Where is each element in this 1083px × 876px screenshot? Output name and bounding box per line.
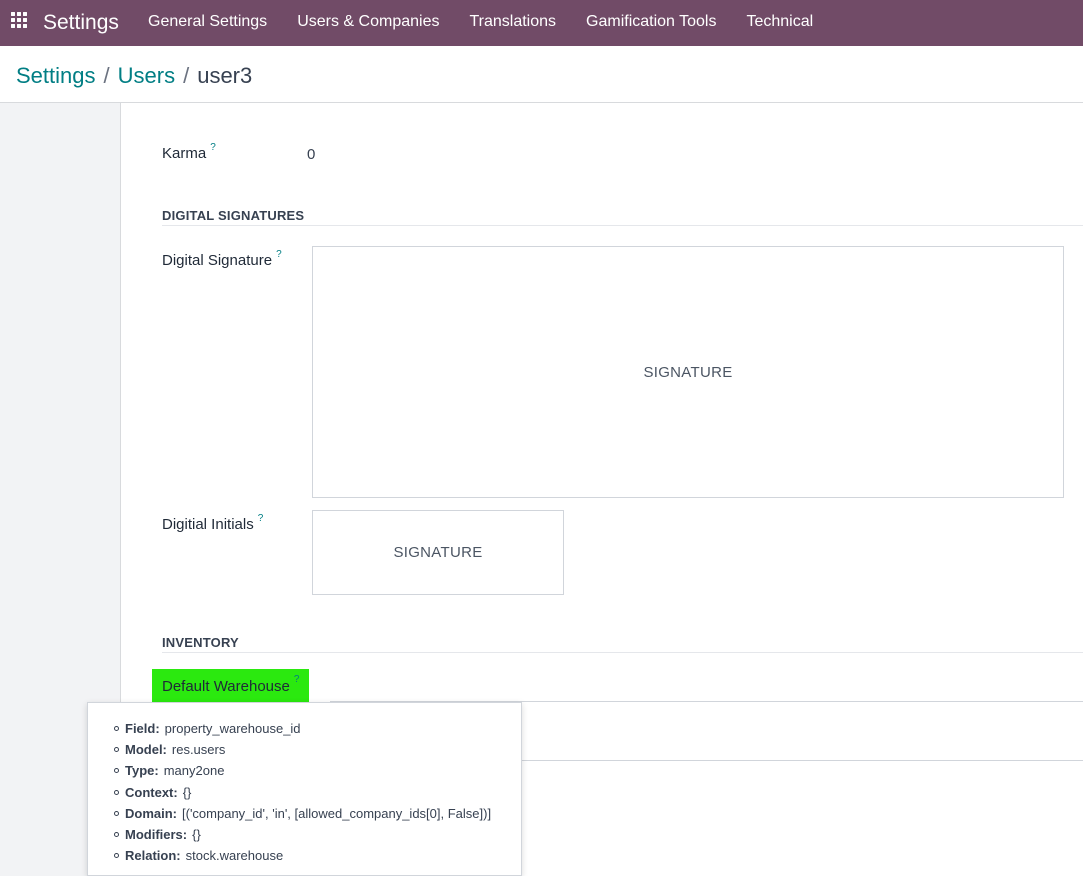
tooltip-value: property_warehouse_id (164, 721, 301, 737)
karma-label: Karma? (162, 142, 216, 162)
tooltip-row: Type: many2one (114, 760, 521, 781)
section-title-digital-signatures: DIGITAL SIGNATURES (162, 208, 305, 223)
bullet-icon (114, 726, 119, 732)
menu-technical[interactable]: Technical (746, 13, 813, 31)
app-brand[interactable]: Settings (43, 11, 119, 35)
digital-initials-label: Digitial Initials? (162, 513, 264, 533)
signature-placeholder: SIGNATURE (643, 363, 733, 381)
tooltip-row: Relation: stock.warehouse (114, 845, 521, 866)
section-divider (162, 225, 1083, 226)
karma-value: 0 (307, 146, 316, 163)
tooltip-value: {} (182, 784, 192, 800)
breadcrumb: Settings / Users / user3 (16, 63, 252, 89)
tooltip-row: Context:{} (114, 782, 521, 803)
help-tooltip-icon[interactable]: ? (294, 674, 300, 685)
default-warehouse-label: Default Warehouse? (152, 669, 309, 703)
tooltip-value: stock.warehouse (185, 848, 284, 864)
tooltip-key: Context: (125, 784, 178, 800)
bullet-icon (114, 747, 119, 753)
initials-placeholder: SIGNATURE (393, 544, 483, 561)
bullet-icon (114, 810, 119, 816)
bullet-icon (114, 832, 119, 838)
tooltip-value: [('company_id', 'in', [allowed_company_i… (182, 805, 492, 821)
default-warehouse-label-text: Default Warehouse (162, 677, 290, 695)
bullet-icon (114, 853, 119, 859)
tooltip-key: Domain: (125, 805, 177, 821)
menu-translations[interactable]: Translations (469, 13, 556, 31)
breadcrumb-separator: / (103, 63, 110, 88)
top-menu: General Settings Users & Companies Trans… (148, 13, 813, 31)
tooltip-key: Type: (125, 763, 159, 779)
breadcrumb-separator: / (183, 63, 190, 88)
section-divider (162, 652, 1083, 653)
help-tooltip-icon[interactable]: ? (276, 249, 282, 260)
tooltip-row: Domain: [('company_id', 'in', [allowed_co… (114, 803, 521, 824)
breadcrumb-current: user3 (197, 63, 253, 88)
tooltip-value: res.users (171, 742, 226, 758)
menu-users-companies[interactable]: Users & Companies (297, 13, 439, 31)
section-title-inventory: INVENTORY (162, 635, 239, 650)
field-divider (522, 760, 1083, 761)
top-navbar: Settings General Settings Users & Compan… (0, 0, 1083, 46)
field-debug-tooltip: Field: property_warehouse_id Model: res.us… (87, 702, 522, 876)
bullet-icon (114, 768, 119, 774)
tooltip-key: Model: (125, 742, 167, 758)
tooltip-value: many2one (163, 763, 225, 779)
tooltip-key: Relation: (125, 848, 181, 864)
control-panel: Settings / Users / user3 (0, 46, 1083, 103)
digital-initials-label-text: Digitial Initials (162, 516, 254, 533)
menu-gamification-tools[interactable]: Gamification Tools (586, 13, 716, 31)
tooltip-value: {} (192, 827, 201, 843)
menu-general-settings[interactable]: General Settings (148, 13, 267, 31)
digital-signature-label: Digital Signature? (162, 249, 282, 269)
digital-signature-field[interactable]: SIGNATURE (312, 246, 1064, 498)
breadcrumb-settings[interactable]: Settings (16, 63, 96, 89)
help-tooltip-icon[interactable]: ? (210, 142, 216, 153)
tooltip-key: Field: (125, 721, 160, 737)
help-tooltip-icon[interactable]: ? (258, 513, 264, 524)
breadcrumb-users[interactable]: Users (118, 63, 175, 89)
bullet-icon (114, 789, 119, 795)
karma-label-text: Karma (162, 145, 207, 162)
apps-grid-icon[interactable] (11, 12, 28, 29)
tooltip-row: Model: res.users (114, 739, 521, 760)
tooltip-key: Modifiers: (125, 827, 188, 843)
digital-initials-field[interactable]: SIGNATURE (312, 510, 564, 595)
tooltip-row: Modifiers:{} (114, 824, 521, 845)
digital-signature-label-text: Digital Signature (162, 252, 273, 269)
tooltip-row: Field: property_warehouse_id (114, 718, 521, 739)
